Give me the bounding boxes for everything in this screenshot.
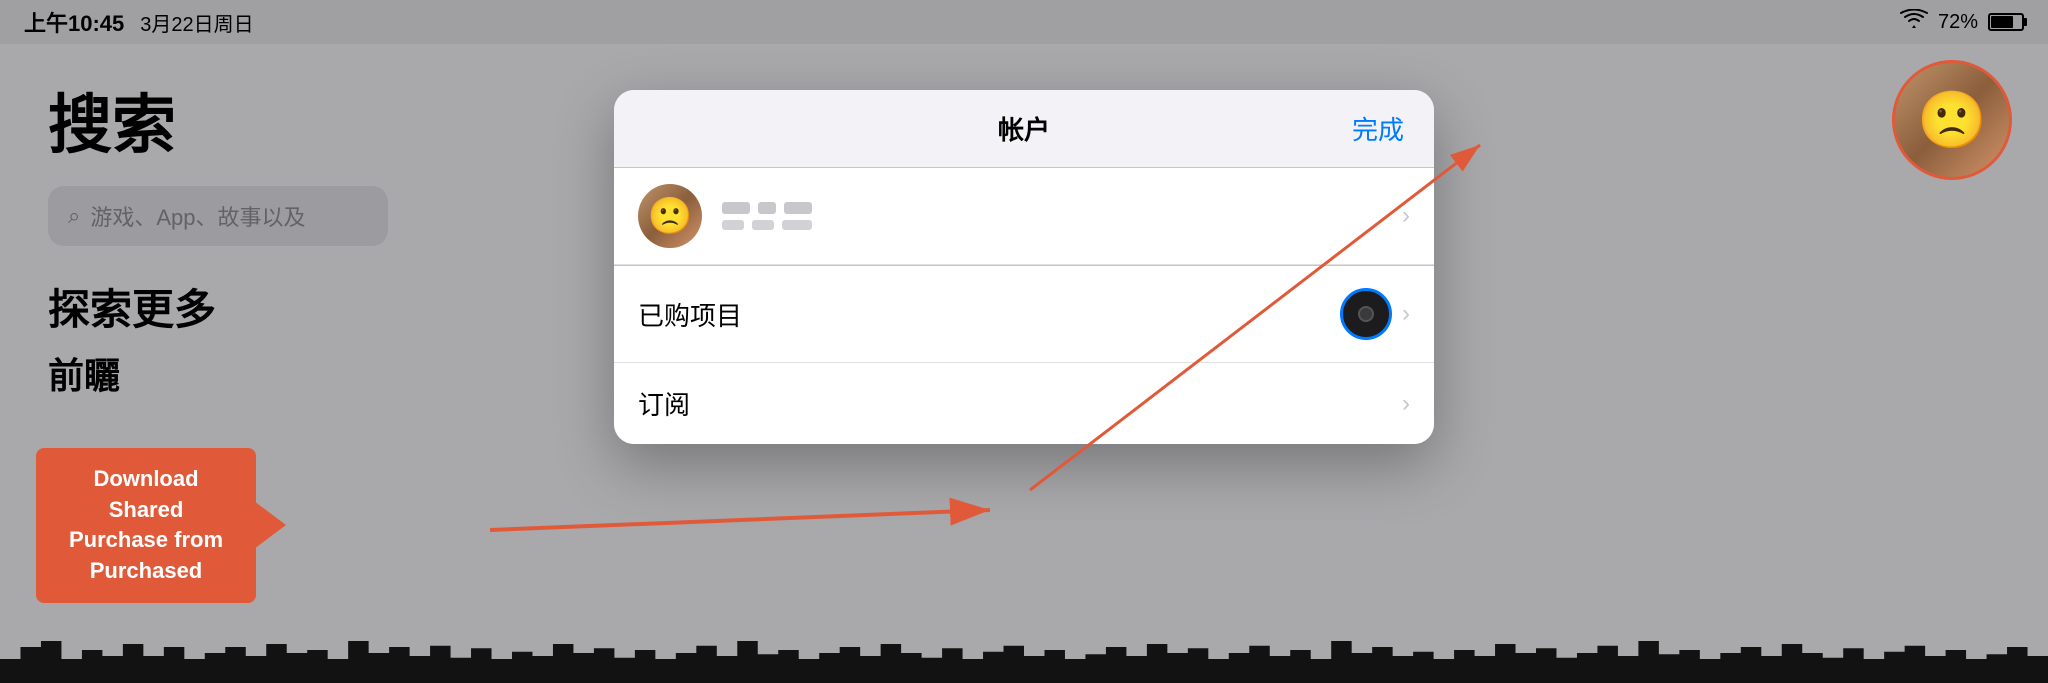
download-indicator	[1340, 288, 1392, 340]
profile-circle-avatar[interactable]: 🙁	[1892, 60, 2012, 180]
subscriptions-label: 订阅	[638, 385, 1402, 422]
avatar-image: 🙁	[648, 195, 693, 237]
account-email	[722, 220, 1402, 230]
subscriptions-row[interactable]: 订阅 ›	[614, 363, 1434, 444]
purchased-label: 已购项目	[638, 296, 1340, 333]
profile-circle-image: 🙁	[1917, 87, 1987, 153]
avatar: 🙁	[638, 184, 702, 248]
modal-title: 帐户	[998, 110, 1050, 147]
name-block-3	[784, 202, 812, 214]
modal-header: 帐户 完成	[614, 90, 1434, 168]
download-circle-inner	[1358, 306, 1374, 322]
account-row[interactable]: 🙁 ›	[614, 168, 1434, 265]
account-name	[722, 202, 1402, 214]
sub-block-3	[782, 220, 812, 230]
account-modal: 帐户 完成 🙁 › 已购项目	[614, 90, 1434, 444]
name-block-1	[722, 202, 750, 214]
annotation-label: Download Shared Purchase from Purchased	[36, 448, 256, 603]
subscriptions-row-chevron: ›	[1402, 390, 1410, 418]
annotation-arrow-container: Download Shared Purchase from Purchased	[36, 448, 256, 603]
sub-block-2	[752, 220, 774, 230]
sub-block-1	[722, 220, 744, 230]
modal-done-button[interactable]: 完成	[1352, 110, 1404, 147]
name-block-2	[758, 202, 776, 214]
purchased-row[interactable]: 已购项目 ›	[614, 266, 1434, 363]
account-row-chevron: ›	[1402, 202, 1410, 230]
purchased-icon-area	[1340, 288, 1392, 340]
account-info	[722, 202, 1402, 230]
purchased-row-chevron: ›	[1402, 300, 1410, 328]
